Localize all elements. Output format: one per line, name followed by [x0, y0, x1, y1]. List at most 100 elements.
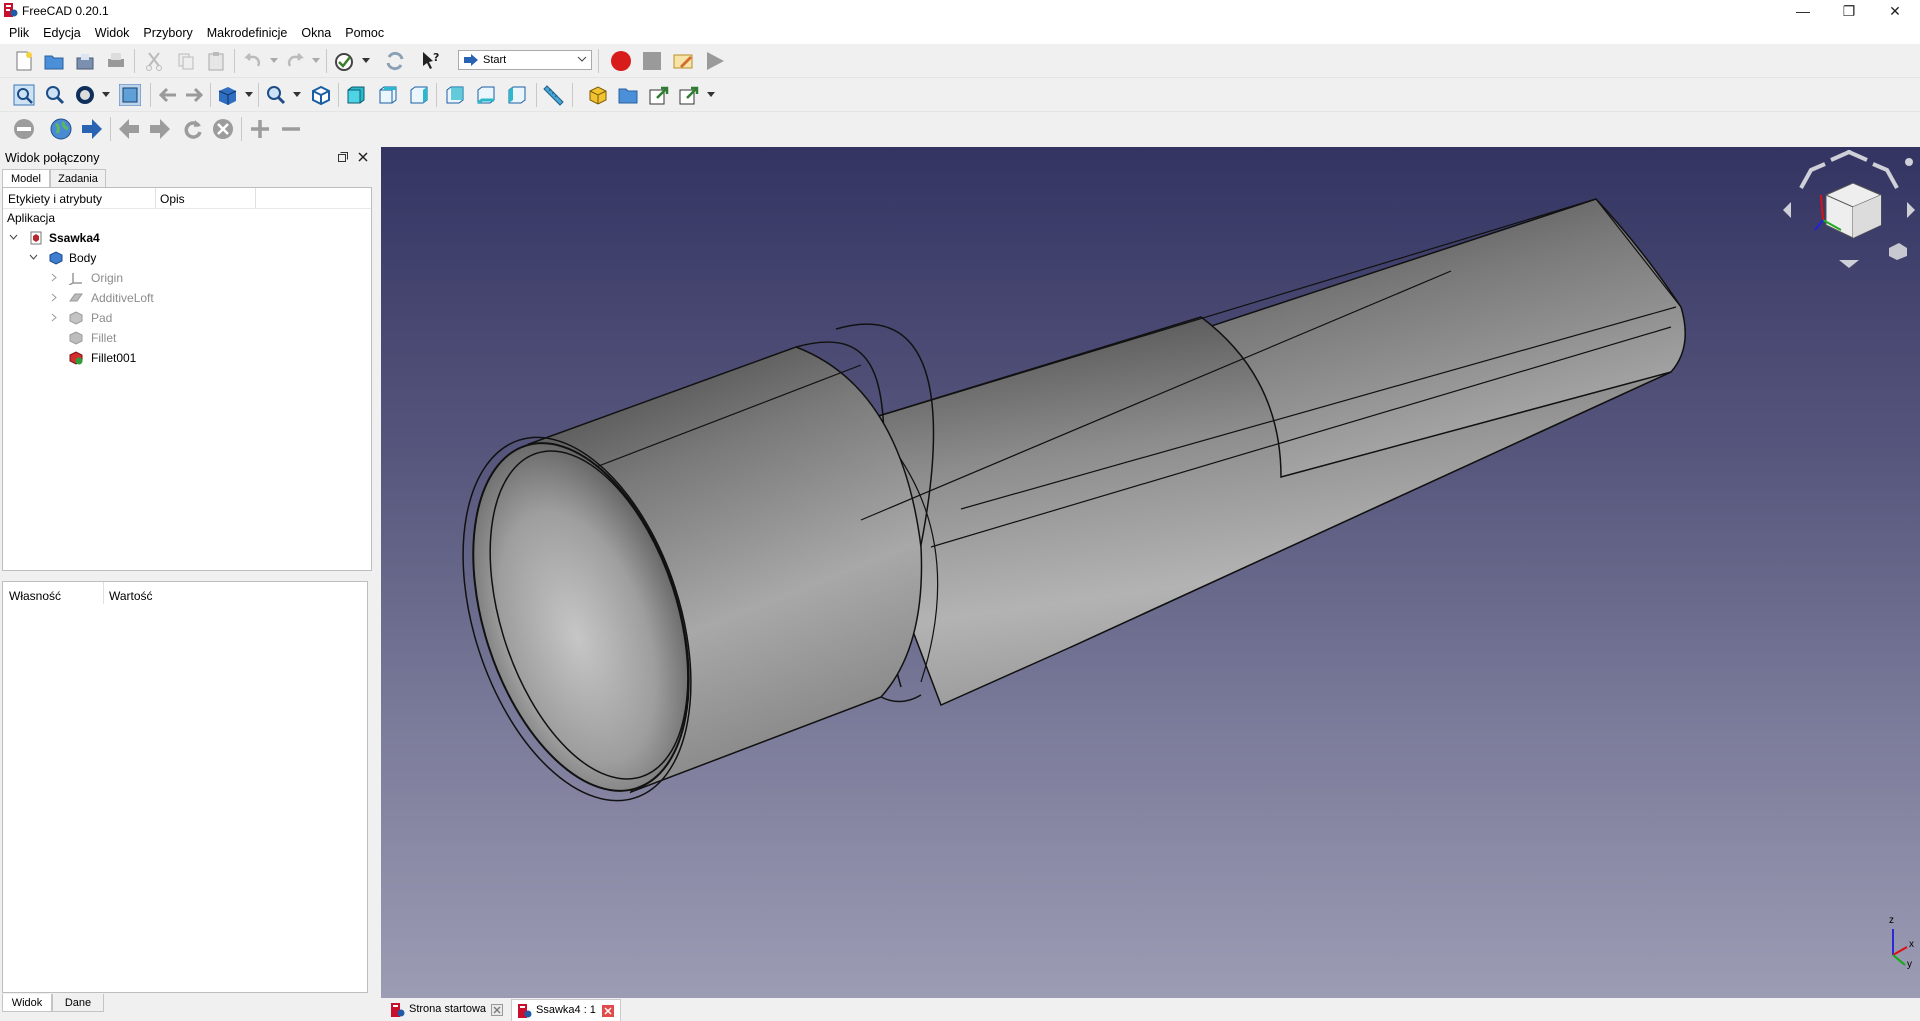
draw-style-icon[interactable] — [74, 84, 96, 106]
tree-item-origin[interactable]: Origin — [7, 268, 367, 288]
fillet-icon — [69, 331, 83, 345]
undo-icon[interactable] — [242, 50, 264, 72]
tree-item-label: Pad — [91, 311, 113, 325]
refresh-check-icon[interactable] — [333, 50, 355, 72]
menu-widok[interactable]: Widok — [88, 22, 137, 44]
combo-view-header: Widok połączony — [0, 147, 374, 167]
menu-makrodefinicje[interactable]: Makrodefinicje — [200, 22, 295, 44]
measure-icon[interactable] — [543, 84, 565, 106]
navigation-cube[interactable] — [1781, 150, 1917, 270]
workbench-selector[interactable]: Start — [458, 50, 592, 70]
svg-text:?: ? — [433, 51, 439, 64]
close-panel-icon[interactable] — [358, 152, 368, 162]
combo-view-title: Widok połączony — [5, 151, 100, 165]
fit-selection-icon[interactable] — [44, 84, 66, 106]
close-button[interactable]: ✕ — [1872, 0, 1918, 22]
minimize-button[interactable]: — — [1780, 0, 1826, 22]
menu-pomoc[interactable]: Pomoc — [338, 22, 391, 44]
maximize-button[interactable]: ❐ — [1826, 0, 1872, 22]
tree-item-ssawka4[interactable]: Ssawka4 — [7, 228, 367, 248]
web-refresh-icon[interactable] — [181, 118, 203, 140]
tree-item-label: Body — [69, 251, 97, 265]
zoom-icon[interactable] — [265, 84, 287, 106]
tree-item-additiveloft[interactable]: AdditiveLoft — [7, 288, 367, 308]
tree-header-labels[interactable]: Etykiety i atrybuty — [8, 192, 102, 206]
pad-icon — [69, 311, 83, 325]
recompute-icon[interactable] — [384, 50, 406, 72]
menu-plik[interactable]: Plik — [2, 22, 36, 44]
bottom-view-icon[interactable] — [475, 84, 497, 106]
menu-przybory[interactable]: Przybory — [136, 22, 199, 44]
isometric-view-icon[interactable] — [310, 84, 332, 106]
paste-icon[interactable] — [205, 50, 227, 72]
tab-dane[interactable]: Dane — [52, 994, 104, 1012]
freecad-logo-icon — [4, 3, 18, 17]
cut-icon[interactable] — [143, 50, 165, 72]
doc-tab-start[interactable]: Strona startowa — [387, 999, 505, 1020]
stop-loading-icon[interactable] — [13, 118, 35, 140]
forward-arrow-icon[interactable] — [184, 84, 206, 106]
tree-item-fillet[interactable]: Fillet — [7, 328, 367, 348]
open-folder-icon[interactable] — [43, 50, 65, 72]
whats-this-icon[interactable]: ? — [420, 50, 442, 72]
web-forward-icon[interactable] — [149, 118, 171, 140]
tree-item-label: Ssawka4 — [49, 231, 100, 245]
record-macro-icon[interactable] — [610, 50, 632, 72]
edit-macro-icon[interactable] — [672, 50, 694, 72]
property-header-name[interactable]: Własność — [9, 589, 61, 603]
chevron-down-icon[interactable] — [9, 234, 18, 241]
close-tab-icon[interactable] — [491, 1004, 503, 1016]
top-view-icon[interactable] — [377, 84, 399, 106]
new-document-icon[interactable] — [13, 50, 35, 72]
rear-view-icon[interactable] — [444, 84, 466, 106]
tree-item-fillet001[interactable]: Fillet001 — [7, 348, 367, 368]
property-header-value[interactable]: Wartość — [109, 589, 153, 603]
save-icon[interactable] — [74, 50, 96, 72]
link-icon[interactable] — [648, 84, 670, 106]
tree-item-label: Origin — [91, 271, 124, 285]
tree-item-body[interactable]: Body — [7, 248, 367, 268]
print-icon[interactable] — [105, 50, 127, 72]
front-view-icon[interactable] — [345, 84, 367, 106]
chevron-down-icon[interactable] — [29, 254, 38, 261]
tab-widok[interactable]: Widok — [2, 994, 52, 1012]
doc-tab-ssawka4[interactable]: Ssawka4 : 1 — [511, 999, 621, 1021]
document-tabs: Strona startowa Ssawka4 : 1 — [381, 998, 1920, 1021]
zoom-out-minus-icon[interactable] — [280, 118, 302, 140]
left-view-icon[interactable] — [506, 84, 528, 106]
stop-macro-icon[interactable] — [641, 50, 663, 72]
3d-viewport[interactable]: z x y — [381, 147, 1920, 998]
fit-all-icon[interactable] — [13, 84, 35, 106]
origin-axes-icon — [69, 273, 82, 285]
web-globe-icon[interactable] — [50, 118, 72, 140]
tab-zadania[interactable]: Zadania — [50, 169, 106, 187]
chevron-right-icon[interactable] — [51, 313, 58, 322]
go-arrow-icon[interactable] — [81, 118, 103, 140]
doc-tab-label: Strona startowa — [409, 1003, 487, 1015]
float-panel-icon[interactable] — [338, 152, 348, 162]
menu-edycja[interactable]: Edycja — [36, 22, 88, 44]
tab-model[interactable]: Model — [2, 169, 50, 187]
chevron-right-icon[interactable] — [51, 273, 58, 282]
tree-header-description[interactable]: Opis — [160, 192, 185, 206]
web-back-icon[interactable] — [118, 118, 140, 140]
zoom-in-plus-icon[interactable] — [249, 118, 271, 140]
close-tab-icon[interactable] — [602, 1005, 614, 1017]
tree-item-pad[interactable]: Pad — [7, 308, 367, 328]
axis-label-x: x — [1909, 939, 1914, 950]
tree-item-label: Fillet — [91, 331, 117, 345]
web-stop-icon[interactable] — [212, 118, 234, 140]
link-actions-icon[interactable] — [678, 84, 700, 106]
nozzle-model[interactable] — [381, 147, 1920, 998]
group-folder-icon[interactable] — [617, 84, 639, 106]
chevron-right-icon[interactable] — [51, 293, 58, 302]
bounding-box-icon[interactable] — [119, 84, 141, 106]
part-icon[interactable] — [587, 84, 609, 106]
redo-icon[interactable] — [284, 50, 306, 72]
copy-icon[interactable] — [175, 50, 197, 72]
right-view-icon[interactable] — [408, 84, 430, 106]
std-views-icon[interactable] — [216, 84, 238, 106]
menu-okna[interactable]: Okna — [294, 22, 338, 44]
back-arrow-icon[interactable] — [156, 84, 178, 106]
run-macro-icon[interactable] — [704, 50, 726, 72]
